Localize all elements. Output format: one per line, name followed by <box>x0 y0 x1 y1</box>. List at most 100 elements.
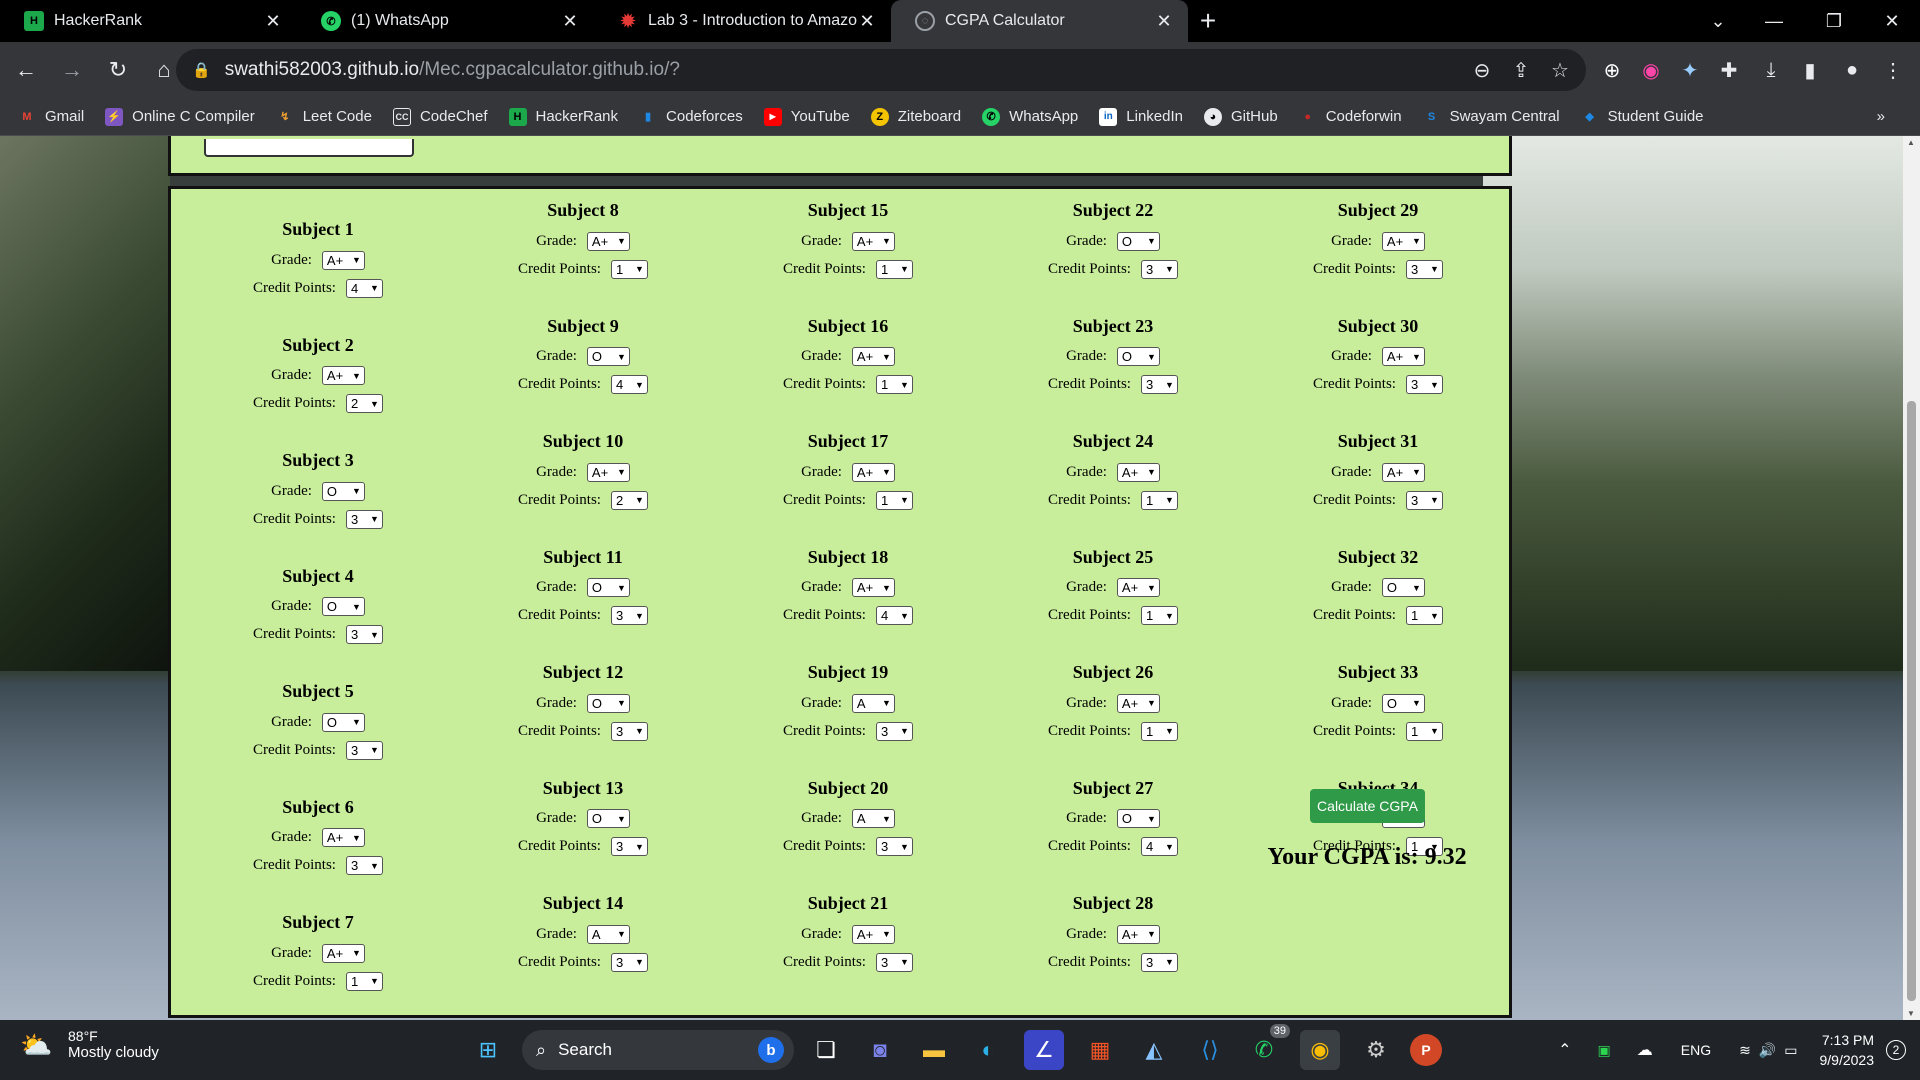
bookmark-leet-code[interactable]: ↯ Leet Code <box>276 108 372 126</box>
task-view-icon[interactable]: ❏ <box>806 1030 846 1070</box>
grade-select[interactable]: A+ ▼ <box>851 347 895 366</box>
bookmark-codechef[interactable]: CC CodeChef <box>392 107 488 126</box>
credit-select[interactable]: 3 ▼ <box>1140 259 1178 279</box>
extension-plus-icon[interactable]: ⊕ <box>1596 54 1628 86</box>
credit-select[interactable]: 4 ▼ <box>610 375 648 394</box>
grade-select[interactable]: A+ ▼ <box>586 462 630 482</box>
edge-icon[interactable]: ◐ <box>968 1030 1008 1070</box>
minimize-button[interactable]: — <box>1746 0 1802 42</box>
math-app-icon[interactable]: ∠ <box>1024 1030 1064 1070</box>
credit-select[interactable]: 3 ▼ <box>1140 375 1178 394</box>
credit-select[interactable]: 1 ▼ <box>1140 721 1178 741</box>
wifi-icon[interactable]: ≋ <box>1739 1042 1751 1059</box>
grade-select[interactable]: O▼ <box>321 481 365 501</box>
bookmark-github[interactable]: ◕ GitHub <box>1204 107 1278 126</box>
scrollbar[interactable]: ▲ ▼ <box>1903 136 1920 1020</box>
powerpoint-icon[interactable]: P <box>1410 1034 1442 1066</box>
grade-select[interactable]: O▼ <box>586 578 630 597</box>
credit-select[interactable]: 1 ▼ <box>1405 606 1443 625</box>
grade-select[interactable]: A+ ▼ <box>1116 578 1160 597</box>
side-panel-icon[interactable]: ▮ <box>1794 54 1826 86</box>
tab-cgpa-calculator[interactable]: ◌ CGPA Calculator ✕ <box>891 0 1188 42</box>
bookmark-youtube[interactable]: ▶ YouTube <box>763 107 850 126</box>
grade-select[interactable]: O▼ <box>1116 809 1160 828</box>
microsoft-store-icon[interactable]: ▦ <box>1080 1030 1120 1070</box>
grade-select[interactable]: A+ ▼ <box>851 462 895 482</box>
settings-gear-icon[interactable]: ⚙ <box>1356 1030 1396 1070</box>
credit-select[interactable]: 3 ▼ <box>345 740 383 760</box>
credit-select[interactable]: 3 ▼ <box>345 625 383 644</box>
restore-button[interactable]: ❐ <box>1806 0 1862 42</box>
bookmark-linkedin[interactable]: in LinkedIn <box>1099 107 1183 126</box>
volume-icon[interactable]: 🔊 <box>1759 1042 1776 1059</box>
grade-select[interactable]: A ▼ <box>586 924 630 944</box>
bookmark-gmail[interactable]: M Gmail <box>18 108 84 126</box>
share-icon[interactable]: ⇪ <box>1505 54 1537 86</box>
grade-select[interactable]: O▼ <box>1116 347 1160 366</box>
credit-select[interactable]: 4 ▼ <box>345 278 383 298</box>
grade-select[interactable]: A ▼ <box>851 809 895 828</box>
grade-select[interactable]: A+ ▼ <box>1381 347 1425 366</box>
address-bar[interactable]: 🔒 swathi582003.github.io /Mec.cgpacalcul… <box>176 49 1586 91</box>
back-button[interactable]: ← <box>6 50 46 90</box>
notification-badge[interactable]: 2 <box>1886 1040 1906 1060</box>
credit-select[interactable]: 3 ▼ <box>875 837 913 856</box>
credit-select[interactable]: 3 ▼ <box>345 856 383 875</box>
vscode-icon[interactable]: ⟨⟩ <box>1190 1030 1230 1070</box>
bookmark-swayam-central[interactable]: S Swayam Central <box>1423 108 1560 126</box>
credit-select[interactable]: 2 ▼ <box>610 490 648 510</box>
grade-select[interactable]: O▼ <box>586 693 630 713</box>
credit-select[interactable]: 3 ▼ <box>610 837 648 856</box>
bookmark-hackerrank[interactable]: H HackerRank <box>508 107 618 126</box>
credit-select[interactable]: 3 ▼ <box>345 509 383 529</box>
grade-select[interactable]: O▼ <box>1116 231 1160 251</box>
grade-select[interactable]: A+ ▼ <box>321 250 365 270</box>
grade-select[interactable]: O▼ <box>1381 693 1425 713</box>
tab-search-icon[interactable]: ⌄ <box>1690 0 1746 42</box>
grade-select[interactable]: O▼ <box>586 809 630 828</box>
weather-widget[interactable]: ⛅ 88°F Mostly cloudy <box>20 1028 159 1061</box>
bookmark-codeforwin[interactable]: ● Codeforwin <box>1299 108 1401 126</box>
grade-select[interactable]: A+ ▼ <box>851 578 895 597</box>
language-indicator[interactable]: ENG <box>1681 1042 1711 1058</box>
tab-lab3[interactable]: ✹ Lab 3 - Introduction to Amazon E ✕ <box>594 0 891 42</box>
credit-select[interactable]: 1 ▼ <box>345 971 383 991</box>
credit-select[interactable]: 3 ▼ <box>875 721 913 741</box>
name-input[interactable] <box>204 139 414 157</box>
credit-select[interactable]: 1 ▼ <box>1140 606 1178 625</box>
grade-select[interactable]: A+ ▼ <box>1381 462 1425 482</box>
credit-select[interactable]: 1 ▼ <box>1405 721 1443 741</box>
close-icon[interactable]: ✕ <box>263 11 283 32</box>
grade-select[interactable]: A+ ▼ <box>1381 231 1425 251</box>
grade-select[interactable]: O▼ <box>321 712 365 732</box>
new-tab-button[interactable]: + <box>1188 0 1228 42</box>
calculate-cgpa-button[interactable]: Calculate CGPA <box>1310 789 1425 823</box>
grade-select[interactable]: A+ ▼ <box>851 924 895 944</box>
extension-icon[interactable]: ✦ <box>1674 54 1706 86</box>
windows-start-icon[interactable]: ⊞ <box>468 1030 508 1070</box>
bookmark-ziteboard[interactable]: Z Ziteboard <box>870 107 961 126</box>
credit-select[interactable]: 1 ▼ <box>875 490 913 510</box>
app-tray-icon[interactable]: ▣ <box>1598 1042 1611 1059</box>
credit-select[interactable]: 1 ▼ <box>875 375 913 394</box>
bookmark-student-guide[interactable]: ◆ Student Guide <box>1581 108 1703 126</box>
clock[interactable]: 7:13 PM 9/9/2023 <box>1820 1030 1875 1070</box>
grade-select[interactable]: O▼ <box>321 597 365 616</box>
chrome-icon[interactable]: ◉ <box>1300 1030 1340 1070</box>
forward-button[interactable]: → <box>52 50 92 90</box>
close-icon[interactable]: ✕ <box>1154 11 1174 32</box>
credit-select[interactable]: 1 ▼ <box>875 259 913 279</box>
grade-select[interactable]: A+ ▼ <box>321 943 365 963</box>
credit-select[interactable]: 3 ▼ <box>1405 490 1443 510</box>
bookmark-star-icon[interactable]: ☆ <box>1544 54 1576 86</box>
scroll-down-icon[interactable]: ▼ <box>1907 1009 1915 1018</box>
reload-button[interactable]: ↻ <box>98 50 138 90</box>
bookmark-codeforces[interactable]: ▮ Codeforces <box>639 108 743 126</box>
credit-select[interactable]: 3 ▼ <box>610 606 648 625</box>
bookmark-whatsapp[interactable]: ✆ WhatsApp <box>982 107 1078 126</box>
grade-select[interactable]: A+ ▼ <box>586 231 630 251</box>
grade-select[interactable]: A+ ▼ <box>1116 693 1160 713</box>
close-icon[interactable]: ✕ <box>857 11 877 32</box>
battery-icon[interactable]: ▭ <box>1784 1042 1797 1059</box>
bookmark-online-c-compiler[interactable]: ⚡ Online C Compiler <box>105 107 255 126</box>
